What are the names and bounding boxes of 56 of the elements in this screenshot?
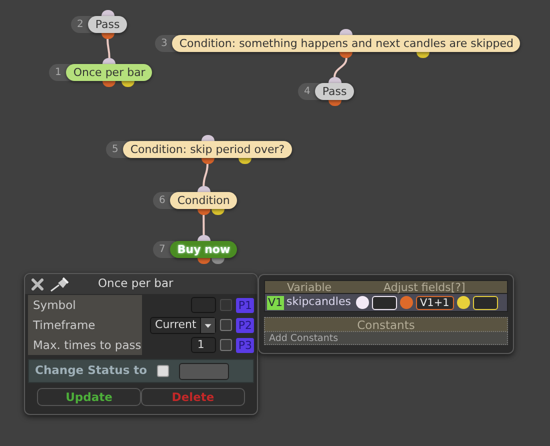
output-port[interactable] (212, 209, 225, 215)
output-port[interactable] (102, 81, 116, 87)
add-constants-link[interactable]: Add Constants (264, 332, 508, 345)
input-port[interactable] (197, 235, 210, 241)
param-label: Max. times to pass (28, 335, 142, 355)
output-port[interactable] (197, 209, 210, 215)
output-port[interactable] (212, 258, 225, 264)
output-port[interactable] (328, 100, 342, 106)
output-port[interactable] (122, 81, 135, 87)
node-label[interactable]: Pass (88, 16, 127, 33)
variable-badge: V1 (267, 296, 284, 310)
checkbox[interactable] (220, 319, 232, 331)
node-label[interactable]: Condition: skip period over? (123, 141, 292, 158)
close-icon[interactable] (31, 278, 44, 290)
pin-icon[interactable] (50, 276, 70, 292)
output-port[interactable] (340, 52, 353, 58)
output-port[interactable] (201, 158, 214, 164)
node-label[interactable]: Condition (170, 192, 237, 209)
input-port[interactable] (101, 10, 114, 16)
input-port[interactable] (197, 186, 210, 192)
input-port[interactable] (340, 29, 353, 35)
output-port[interactable] (197, 258, 210, 264)
panel-title: Once per bar (98, 275, 174, 292)
input-port[interactable] (328, 77, 342, 83)
update-button[interactable]: Update (37, 388, 141, 406)
checkbox[interactable] (220, 339, 232, 351)
connector-line (202, 164, 208, 186)
node-label[interactable]: Buy now (170, 241, 238, 258)
adjust-field[interactable] (472, 296, 498, 310)
param-label: Symbol (28, 295, 142, 315)
node-label[interactable]: Once per bar (66, 64, 152, 81)
param-badge: P2 (236, 318, 254, 332)
status-label: Change Status to (35, 362, 148, 380)
column-header: Adjust fields[?] (384, 281, 466, 293)
node-label[interactable]: Pass (315, 83, 354, 100)
status-field[interactable] (179, 362, 230, 380)
constants-header: Constants (264, 317, 508, 332)
column-header: Variable (287, 281, 332, 293)
variable-name: skipcandles (286, 294, 351, 310)
checkbox[interactable] (157, 365, 170, 377)
connector-line (334, 58, 348, 78)
value-field[interactable]: 1 (191, 337, 216, 353)
caret-icon[interactable] (200, 318, 216, 332)
timeframe-dropdown[interactable]: Current (150, 316, 216, 334)
param-badge: P1 (236, 298, 254, 312)
output-port[interactable] (238, 158, 251, 164)
connector-line (106, 38, 110, 58)
param-label: Timeframe (28, 315, 142, 335)
output-port[interactable] (416, 52, 430, 58)
node-label[interactable]: Condition: something happens and next candles are skipped (172, 35, 520, 52)
output-port[interactable] (101, 33, 114, 39)
input-port[interactable] (201, 135, 214, 141)
connector-line (202, 215, 205, 235)
input-port[interactable] (102, 58, 116, 64)
param-badge: P3 (236, 338, 254, 352)
adjust-field[interactable]: V1+1 (416, 296, 454, 310)
